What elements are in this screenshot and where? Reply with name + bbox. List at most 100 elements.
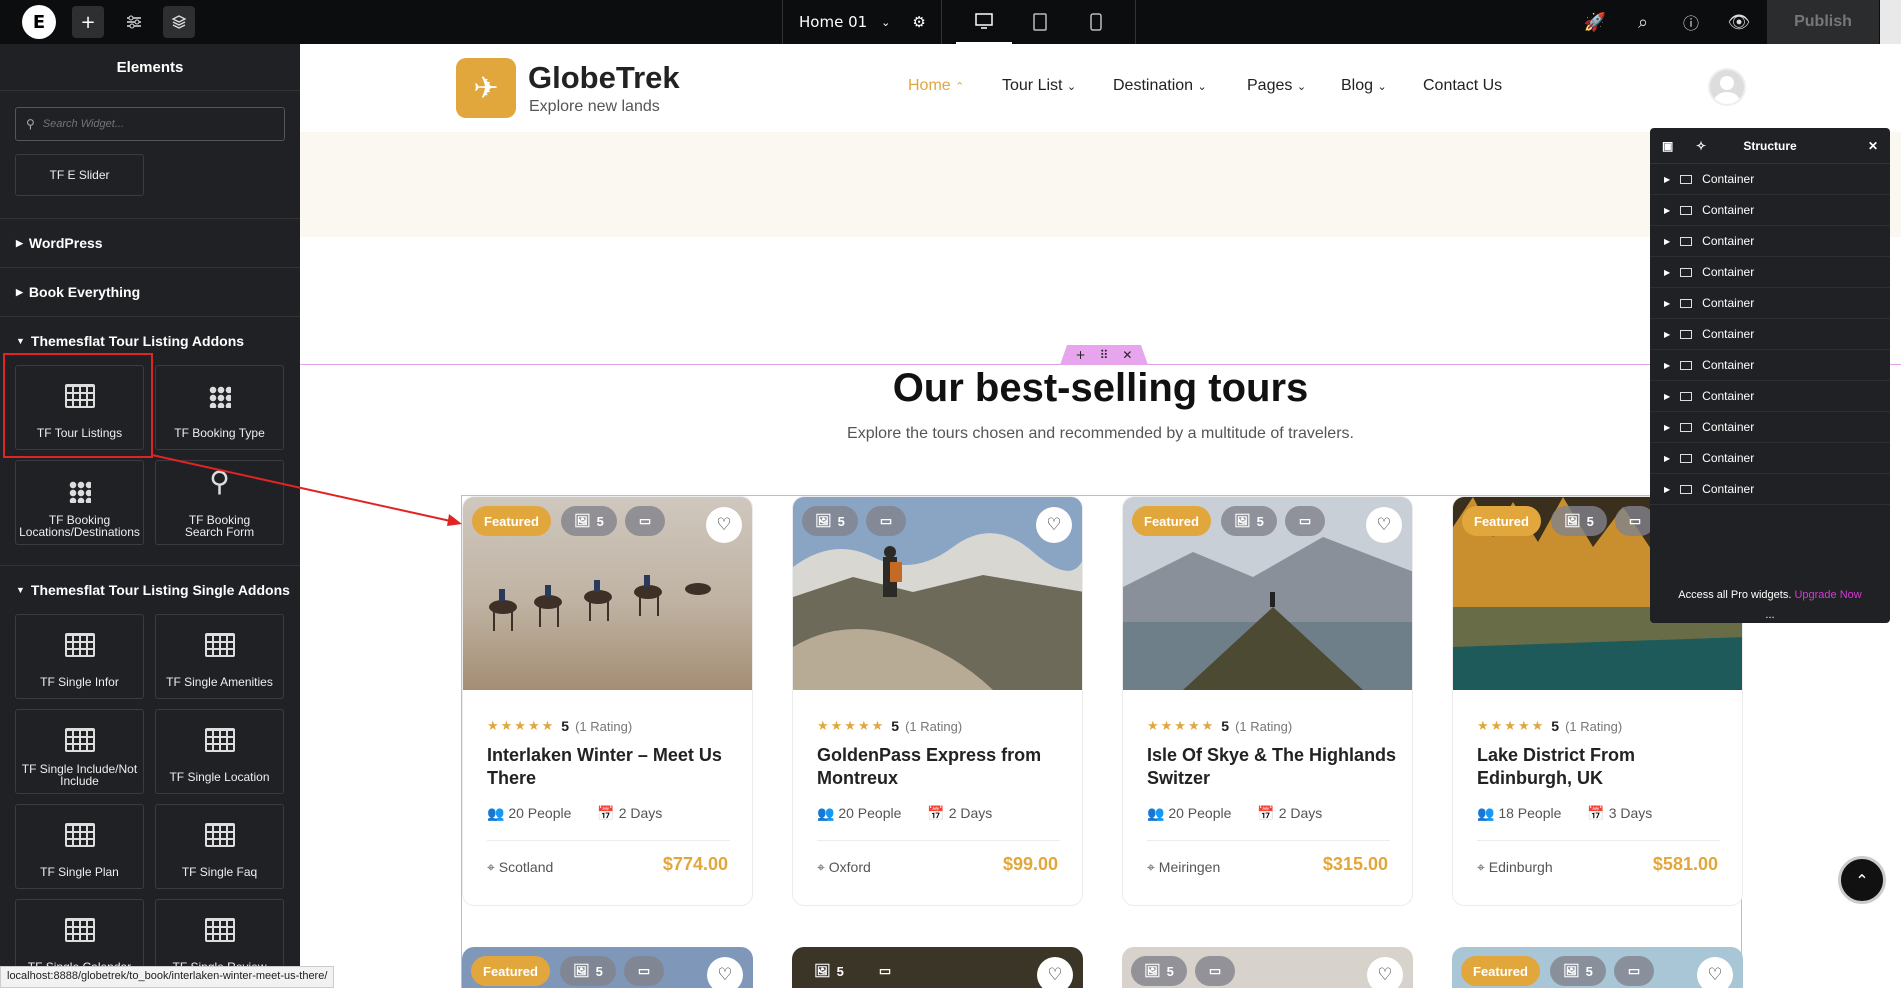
category-wordpress[interactable]: ▶ WordPress xyxy=(0,218,300,267)
video-badge[interactable]: ▭ xyxy=(1614,956,1654,986)
structure-item-container[interactable]: ▶ Container xyxy=(1650,412,1890,443)
gallery-count-badge[interactable]: 🖼 5 xyxy=(560,956,616,986)
gallery-count-badge[interactable]: 🖼 5 xyxy=(1551,506,1607,536)
mobile-icon[interactable] xyxy=(1068,0,1124,44)
close-icon[interactable]: ✕ xyxy=(1868,139,1878,153)
gallery-count-badge[interactable]: 🖼 5 xyxy=(802,506,858,536)
settings-sliders-icon[interactable] xyxy=(118,6,150,38)
document-selector[interactable]: Home 01 ⌄ ⚙ xyxy=(782,0,942,44)
nav-tour-list[interactable]: Tour List ⌄ xyxy=(1002,77,1076,95)
nav-contact-us[interactable]: Contact Us xyxy=(1423,77,1502,95)
video-badge[interactable]: ▭ xyxy=(1615,506,1655,536)
structure-item-container[interactable]: ▶ Container xyxy=(1650,195,1890,226)
nav-pages[interactable]: Pages ⌄ xyxy=(1247,77,1306,95)
video-badge[interactable]: ▭ xyxy=(1195,956,1235,986)
editor-topbar: E + Home 01 ⌄ ⚙ 🚀 ⌕ ⓘ 👁 Publish xyxy=(0,0,1901,44)
tour-card-partial[interactable]: 🖼 5 ▭ ♡ xyxy=(792,947,1083,988)
widget-tf-booking-type[interactable]: TF Booking Type xyxy=(155,365,284,450)
container-icon xyxy=(1680,422,1693,432)
widget-tf-single-faq[interactable]: TF Single Faq xyxy=(155,804,284,889)
wishlist-heart-icon[interactable]: ♡ xyxy=(706,507,742,543)
wishlist-heart-icon[interactable]: ♡ xyxy=(1366,507,1402,543)
page-settings-gear-icon[interactable]: ⚙ xyxy=(912,13,925,31)
widget-tf-booking-locations[interactable]: TF Booking Locations/Destinations xyxy=(15,460,144,545)
grid-icon xyxy=(68,481,91,503)
tour-card-partial[interactable]: Featured 🖼 5 ▭ ♡ xyxy=(1452,947,1743,988)
structure-item-container[interactable]: ▶ Container xyxy=(1650,288,1890,319)
whats-new-icon[interactable]: 🚀 xyxy=(1579,6,1611,38)
site-brand[interactable]: GlobeTrek xyxy=(528,60,680,96)
wishlist-heart-icon[interactable]: ♡ xyxy=(1037,957,1073,988)
gallery-count-badge[interactable]: 🖼 5 xyxy=(561,506,617,536)
widget-tf-single-location[interactable]: TF Single Location xyxy=(155,709,284,794)
calendar-icon: 📅 xyxy=(1587,805,1605,821)
structure-item-container[interactable]: ▶ Container xyxy=(1650,381,1890,412)
video-badge[interactable]: ▭ xyxy=(624,956,664,986)
widget-tf-single-infor[interactable]: TF Single Infor xyxy=(15,614,144,699)
scroll-to-top-button[interactable]: ⌃ xyxy=(1838,856,1886,904)
video-badge[interactable]: ▭ xyxy=(865,956,905,986)
widget-tf-single-plan[interactable]: TF Single Plan xyxy=(15,804,144,889)
gallery-count-badge[interactable]: 🖼 5 xyxy=(801,956,857,986)
tour-title[interactable]: Isle Of Skye & The Highlands Switzer xyxy=(1147,744,1397,790)
category-book-everything[interactable]: ▶ Book Everything xyxy=(0,267,300,316)
tour-card[interactable]: Featured 🖼 5 ▭ ♡ ★★★★★ 5 (1 Rating) Isle Of… xyxy=(1122,496,1413,906)
user-avatar[interactable] xyxy=(1708,68,1746,106)
tour-card-partial[interactable]: Featured 🖼 5 ▭ ♡ xyxy=(462,947,753,988)
tour-title[interactable]: Interlaken Winter – Meet Us There xyxy=(487,744,737,790)
widget-tf-e-slider[interactable]: TF E Slider xyxy=(15,154,144,196)
widget-tf-single-include[interactable]: TF Single Include/Not Include xyxy=(15,709,144,794)
plane-logo-icon[interactable]: ✈ xyxy=(456,58,516,118)
video-badge[interactable]: ▭ xyxy=(625,506,665,536)
structure-item-container[interactable]: ▶ Container xyxy=(1650,474,1890,505)
nav-destination[interactable]: Destination ⌄ xyxy=(1113,77,1207,95)
search-widget-input[interactable] xyxy=(42,118,263,130)
help-icon[interactable]: ⓘ xyxy=(1675,6,1707,38)
video-camera-icon: ▭ xyxy=(638,513,652,528)
structure-item-container[interactable]: ▶ Container xyxy=(1650,319,1890,350)
structure-item-container[interactable]: ▶ Container xyxy=(1650,226,1890,257)
publish-options-button[interactable] xyxy=(1880,0,1901,44)
upgrade-now-link[interactable]: Upgrade Now xyxy=(1794,589,1861,601)
gallery-count-badge[interactable]: 🖼 5 xyxy=(1550,956,1606,986)
tour-card[interactable]: Featured 🖼 5 ▭ ♡ ★★★★★ 5 (1 Rating) Interla… xyxy=(462,496,753,906)
add-section-icon[interactable]: + xyxy=(1076,348,1086,362)
tour-title[interactable]: Lake District From Edinburgh, UK xyxy=(1477,744,1727,790)
gallery-count-badge[interactable]: 🖼 5 xyxy=(1131,956,1187,986)
structure-item-container[interactable]: ▶ Container xyxy=(1650,257,1890,288)
divider xyxy=(1147,840,1390,841)
search-icon[interactable]: ⌕ xyxy=(1627,6,1659,38)
delete-section-icon[interactable]: ✕ xyxy=(1122,348,1132,362)
tour-card-partial[interactable]: 🖼 5 ▭ ♡ xyxy=(1122,947,1413,988)
elementor-logo-icon[interactable]: E xyxy=(22,5,56,39)
gallery-count-badge[interactable]: 🖼 5 xyxy=(1221,506,1277,536)
wishlist-heart-icon[interactable]: ♡ xyxy=(1697,957,1733,988)
desktop-icon[interactable] xyxy=(956,0,1012,44)
more-handle[interactable]: ... xyxy=(1650,609,1890,621)
publish-button[interactable]: Publish xyxy=(1767,0,1879,44)
video-badge[interactable]: ▭ xyxy=(866,506,906,536)
layers-icon[interactable] xyxy=(163,6,195,38)
ai-sparkle-icon[interactable]: ✧ xyxy=(1696,139,1706,153)
tour-card[interactable]: 🖼 5 ▭ ♡ ★★★★★ 5 (1 Rating) GoldenPass Expre… xyxy=(792,496,1083,906)
wishlist-heart-icon[interactable]: ♡ xyxy=(707,957,743,988)
tablet-icon[interactable] xyxy=(1012,0,1068,44)
widget-tf-booking-search-form[interactable]: ⚲ TF Booking Search Form xyxy=(155,460,284,545)
tour-title[interactable]: GoldenPass Express from Montreux xyxy=(817,744,1067,790)
search-widget-field[interactable]: ⚲ xyxy=(15,107,285,141)
structure-item-container[interactable]: ▶ Container xyxy=(1650,164,1890,195)
rating-value: 5 xyxy=(1221,718,1230,734)
collapse-all-icon[interactable]: ▣ xyxy=(1662,139,1673,153)
preview-eye-icon[interactable]: 👁 xyxy=(1723,6,1755,38)
widget-tf-single-amenities[interactable]: TF Single Amenities xyxy=(155,614,284,699)
category-single-addons[interactable]: ▼ Themesflat Tour Listing Single Addons xyxy=(0,565,300,614)
wishlist-heart-icon[interactable]: ♡ xyxy=(1036,507,1072,543)
structure-item-container[interactable]: ▶ Container xyxy=(1650,443,1890,474)
wishlist-heart-icon[interactable]: ♡ xyxy=(1367,957,1403,988)
drag-handle-icon[interactable]: ⠿ xyxy=(1100,348,1109,362)
nav-blog[interactable]: Blog ⌄ xyxy=(1341,77,1387,95)
video-badge[interactable]: ▭ xyxy=(1285,506,1325,536)
nav-home[interactable]: Home ⌃ xyxy=(908,77,964,95)
add-element-icon[interactable]: + xyxy=(72,6,104,38)
structure-item-container[interactable]: ▶ Container xyxy=(1650,350,1890,381)
